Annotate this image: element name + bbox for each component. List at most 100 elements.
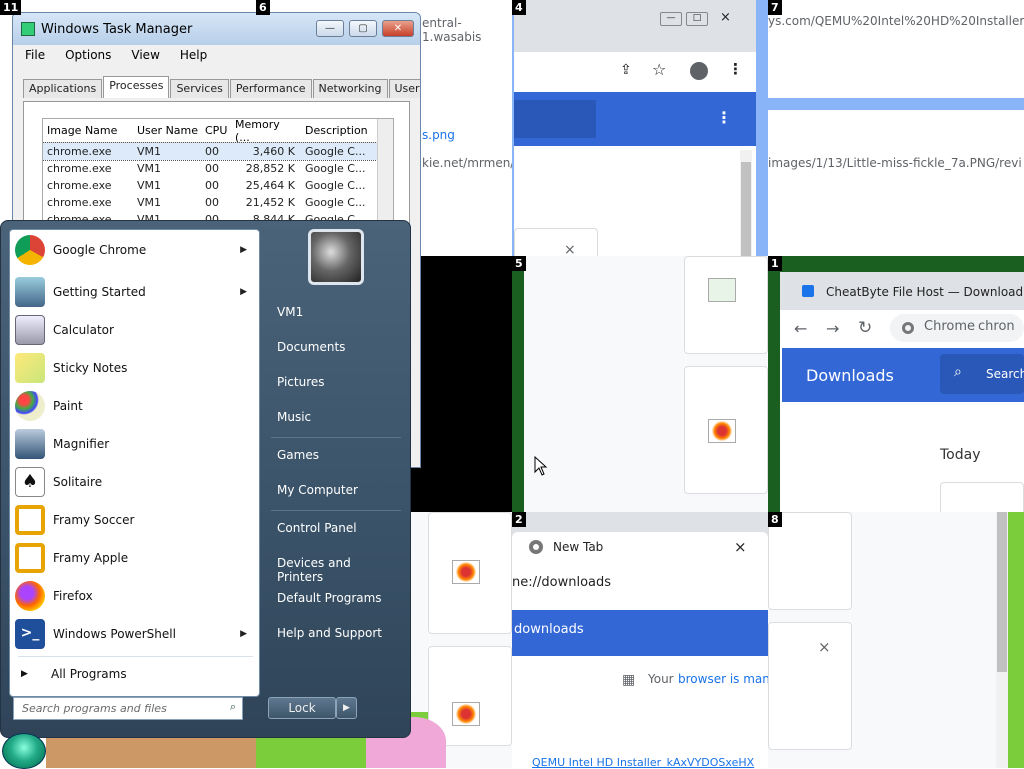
program-windows-powershell[interactable]: >_ Windows PowerShell ▶	[13, 616, 257, 652]
cell-user: VM1	[137, 196, 162, 209]
col-user-name[interactable]: User Name	[133, 124, 199, 137]
submenu-arrow-icon: ▶	[240, 245, 247, 255]
profile-icon[interactable]	[690, 62, 708, 80]
search-icon: ⌕	[954, 364, 962, 380]
table-header: Image Name User Name CPU Memory (... Des…	[43, 119, 393, 144]
cell-cpu: 00	[205, 179, 219, 192]
more-icon[interactable]: ⋮	[716, 108, 732, 127]
start-orb-icon[interactable]	[2, 733, 46, 769]
tile-number: 11	[0, 0, 22, 15]
col-description[interactable]: Description	[301, 124, 371, 137]
tab-title[interactable]: New Tab	[553, 540, 603, 554]
program-framy-soccer[interactable]: Framy Soccer	[13, 502, 257, 538]
cell-user: VM1	[137, 162, 162, 175]
tile-2: 2 New Tab × ne://downloads downloads ▦ Y…	[512, 512, 768, 768]
tab-users[interactable]: Users	[388, 79, 420, 98]
tile-number: 2	[512, 512, 526, 527]
menu-file[interactable]: File	[15, 48, 55, 62]
search-placeholder: Search programs and files	[22, 702, 167, 715]
table-row[interactable]: chrome.exe VM1 00 3,460 K Google C...	[43, 142, 393, 161]
tile-7: 7 ys.com/QEMU%20Intel%20HD%20Installer_ …	[768, 0, 1024, 256]
program-firefox[interactable]: Firefox	[13, 578, 257, 614]
minimize-button[interactable]: —	[316, 20, 344, 37]
file-link[interactable]: s.png	[422, 128, 455, 142]
right-item-my-computer[interactable]: My Computer	[267, 475, 407, 505]
scrollbar[interactable]	[997, 512, 1007, 672]
user-avatar[interactable]	[308, 229, 364, 285]
maximize-button[interactable]: ▢	[349, 20, 377, 37]
right-item-vm1[interactable]: VM1	[267, 297, 407, 327]
program-label: Solitaire	[53, 475, 103, 489]
program-framy-apple[interactable]: Framy Apple	[13, 540, 257, 576]
cell-cpu: 00	[205, 196, 219, 209]
site-info-icon[interactable]	[902, 322, 914, 334]
program-solitaire[interactable]: ♠ Solitaire	[13, 464, 257, 500]
lock-button[interactable]: Lock	[268, 697, 336, 719]
close-icon[interactable]: ×	[564, 242, 576, 256]
table-row[interactable]: chrome.exe VM1 00 25,464 K Google C...	[43, 177, 393, 194]
menu-help[interactable]: Help	[170, 48, 217, 62]
program-sticky-notes[interactable]: Sticky Notes	[13, 350, 257, 386]
share-icon[interactable]: ⇪	[620, 62, 632, 78]
managed-link[interactable]: browser is man	[678, 672, 768, 686]
all-programs-button[interactable]: ▶ All Programs	[13, 660, 257, 688]
program-google-chrome[interactable]: Google Chrome ▶	[13, 232, 257, 268]
menu-icon[interactable]: ⋮	[728, 60, 743, 78]
submenu-arrow-icon: ▶	[240, 629, 247, 639]
right-item-control-panel[interactable]: Control Panel	[267, 513, 407, 543]
program-calculator[interactable]: Calculator	[13, 312, 257, 348]
tile-number: 4	[512, 0, 526, 15]
right-item-default-programs[interactable]: Default Programs	[267, 583, 407, 613]
program-label: Windows PowerShell	[53, 627, 176, 641]
close-icon[interactable]: ×	[720, 10, 731, 25]
close-tab-icon[interactable]: ×	[734, 538, 747, 556]
cell-image: chrome.exe	[47, 179, 112, 192]
tab-services[interactable]: Services	[170, 79, 229, 98]
minimize-button[interactable]: —	[660, 12, 682, 26]
tab-favicon	[802, 285, 814, 297]
tab-applications[interactable]: Applications	[23, 79, 103, 98]
tab-performance[interactable]: Performance	[229, 79, 312, 98]
col-image-name[interactable]: Image Name	[43, 124, 133, 137]
url-fragment: entral-1.wasabis	[422, 16, 482, 44]
framy-apple-icon	[15, 543, 45, 573]
menu-options[interactable]: Options	[55, 48, 121, 62]
chrome-icon	[15, 235, 45, 265]
search-icon[interactable]: ⌕	[230, 700, 236, 714]
right-item-pictures[interactable]: Pictures	[267, 367, 407, 397]
cell-description: Google C...	[305, 145, 366, 158]
star-icon[interactable]: ☆	[652, 60, 666, 79]
col-cpu[interactable]: CPU	[199, 124, 231, 137]
download-file-link[interactable]: QEMU Intel HD Installer_kAxVYDOSxeHX	[532, 756, 754, 768]
right-item-devices-printers[interactable]: Devices and Printers	[267, 548, 407, 584]
program-label: Getting Started	[53, 285, 146, 299]
tile-1: 1 CheatByte File Host — Download ← → ↻ C…	[768, 256, 1024, 512]
close-button[interactable]: ✕	[382, 20, 414, 37]
close-icon[interactable]: ×	[818, 638, 831, 656]
back-icon[interactable]: ←	[794, 319, 807, 338]
col-memory[interactable]: Memory (...	[231, 119, 301, 144]
reload-icon[interactable]: ↻	[858, 318, 872, 338]
right-item-help-support[interactable]: Help and Support	[267, 618, 407, 648]
menu-view[interactable]: View	[121, 48, 169, 62]
window-title: Windows Task Manager	[41, 21, 193, 37]
sticky-notes-icon	[15, 353, 45, 383]
tab-networking[interactable]: Networking	[312, 79, 388, 98]
cell-memory: 28,852 K	[245, 162, 295, 175]
right-item-music[interactable]: Music	[267, 402, 407, 432]
scrollbar[interactable]	[741, 162, 751, 256]
program-paint[interactable]: Paint	[13, 388, 257, 424]
tab-title[interactable]: CheatByte File Host — Download	[826, 285, 1023, 299]
table-row[interactable]: chrome.exe VM1 00 21,452 K Google C...	[43, 194, 393, 211]
program-magnifier[interactable]: Magnifier	[13, 426, 257, 462]
maximize-button[interactable]: □	[686, 12, 708, 26]
table-row[interactable]: chrome.exe VM1 00 28,852 K Google C...	[43, 160, 393, 177]
right-item-games[interactable]: Games	[267, 440, 407, 470]
shutdown-options-arrow-icon[interactable]: ▶	[336, 697, 357, 719]
paint-icon	[15, 391, 45, 421]
tab-processes[interactable]: Processes	[103, 76, 170, 98]
program-getting-started[interactable]: Getting Started ▶	[13, 274, 257, 310]
right-item-documents[interactable]: Documents	[267, 332, 407, 362]
forward-icon[interactable]: →	[826, 319, 839, 338]
search-programs-input[interactable]: Search programs and files ⌕	[13, 697, 243, 720]
